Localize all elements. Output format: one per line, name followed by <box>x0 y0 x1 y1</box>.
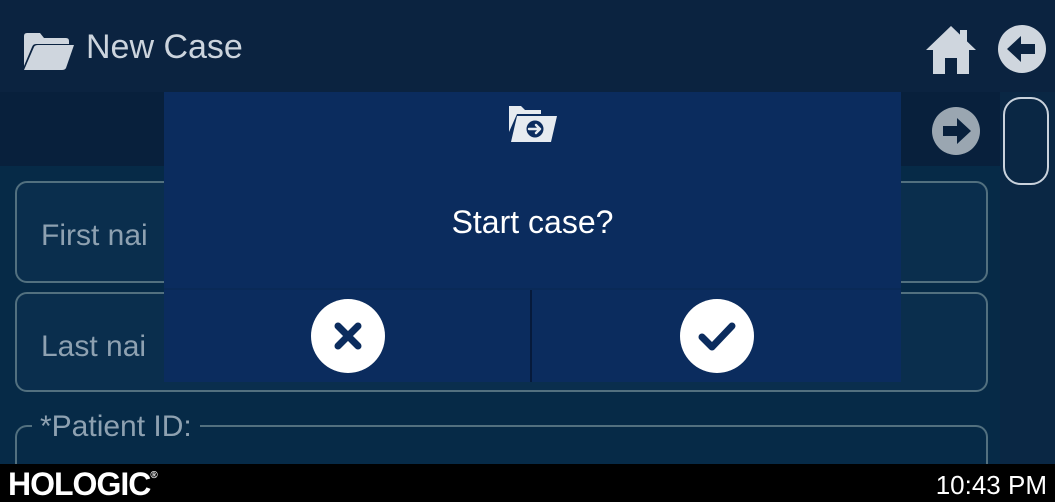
last-name-label: Last nai <box>41 330 147 363</box>
home-icon[interactable] <box>924 24 978 81</box>
first-name-label: First nai <box>41 219 148 252</box>
close-icon <box>311 299 385 373</box>
folder-icon <box>22 30 76 75</box>
confirm-button[interactable] <box>534 290 901 382</box>
status-bar: HOLOGIC® 10:43 PM <box>0 464 1055 502</box>
forward-arrow-icon[interactable] <box>931 106 981 161</box>
header-bar: New Case <box>0 0 1055 92</box>
button-divider <box>530 290 532 382</box>
back-arrow-icon[interactable] <box>997 24 1047 79</box>
new-case-screen: New Case First nai Last nai *Patient ID:… <box>0 0 1055 502</box>
page-title: New Case <box>86 28 243 66</box>
folder-start-icon <box>507 100 559 149</box>
dialog-message: Start case? <box>451 204 614 240</box>
patient-id-label: *Patient ID: <box>32 410 200 444</box>
clock: 10:43 PM <box>935 470 1047 500</box>
start-case-dialog: Start case? <box>164 92 901 382</box>
brand-logo: HOLOGIC® <box>8 466 158 502</box>
cancel-button[interactable] <box>164 290 529 382</box>
scrollbar-thumb[interactable] <box>1003 97 1049 185</box>
checkmark-icon <box>680 299 754 373</box>
